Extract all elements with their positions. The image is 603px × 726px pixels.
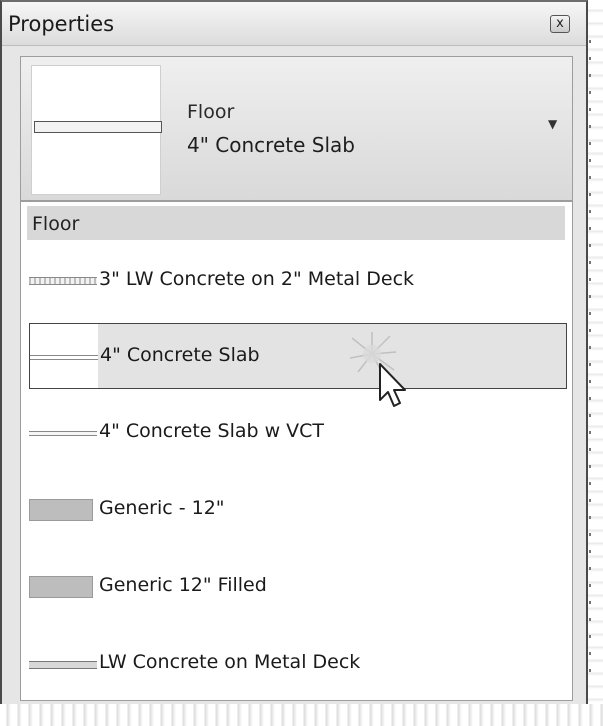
close-icon: x (556, 16, 564, 31)
list-item[interactable]: Generic 12" Filled (29, 554, 567, 620)
type-preview (31, 65, 162, 195)
mouse-pointer-icon (350, 332, 406, 407)
selected-category: Floor (187, 101, 235, 123)
selected-type-name: 4" Concrete Slab (187, 133, 355, 157)
list-item[interactable]: LW Concrete on Metal Deck (29, 631, 567, 697)
slab-preview-icon (34, 121, 162, 133)
type-selector[interactable]: Floor 4" Concrete Slab ▼ (20, 56, 573, 201)
list-item-selected[interactable]: 4" Concrete Slab (29, 323, 567, 389)
list-item-label: LW Concrete on Metal Deck (99, 651, 361, 673)
list-item-label: 3" LW Concrete on 2" Metal Deck (99, 268, 415, 290)
torn-edge-bottom (0, 704, 603, 726)
window-title: Properties (8, 12, 115, 36)
torn-edge-right (586, 0, 603, 726)
chevron-down-icon[interactable]: ▼ (548, 117, 557, 131)
hatched-slab-swatch-icon (29, 277, 97, 285)
close-button[interactable]: x (550, 15, 570, 33)
filled-swatch-icon (29, 576, 93, 598)
thin-slab-swatch-icon (30, 355, 98, 360)
list-item-label: Generic - 12" (99, 497, 225, 519)
filled-swatch-icon (29, 499, 93, 521)
deck-swatch-icon (29, 661, 97, 669)
properties-palette: Properties x Floor 4" Concrete Slab ▼ Fl… (0, 0, 588, 712)
list-item-label: Generic 12" Filled (99, 574, 267, 596)
list-item-label: 4" Concrete Slab w VCT (99, 420, 325, 442)
list-item-label: 4" Concrete Slab (100, 344, 260, 366)
thin-slab-swatch-icon (29, 431, 97, 436)
list-item[interactable]: 4" Concrete Slab w VCT (29, 400, 567, 466)
title-bar: Properties x (2, 2, 586, 46)
list-item[interactable]: 3" LW Concrete on 2" Metal Deck (29, 248, 567, 314)
type-dropdown-list: Floor 3" LW Concrete on 2" Metal Deck 4"… (20, 201, 573, 701)
group-header-floor: Floor (27, 206, 565, 240)
list-item[interactable]: Generic - 12" (29, 477, 567, 543)
group-header-label: Floor (32, 213, 80, 235)
